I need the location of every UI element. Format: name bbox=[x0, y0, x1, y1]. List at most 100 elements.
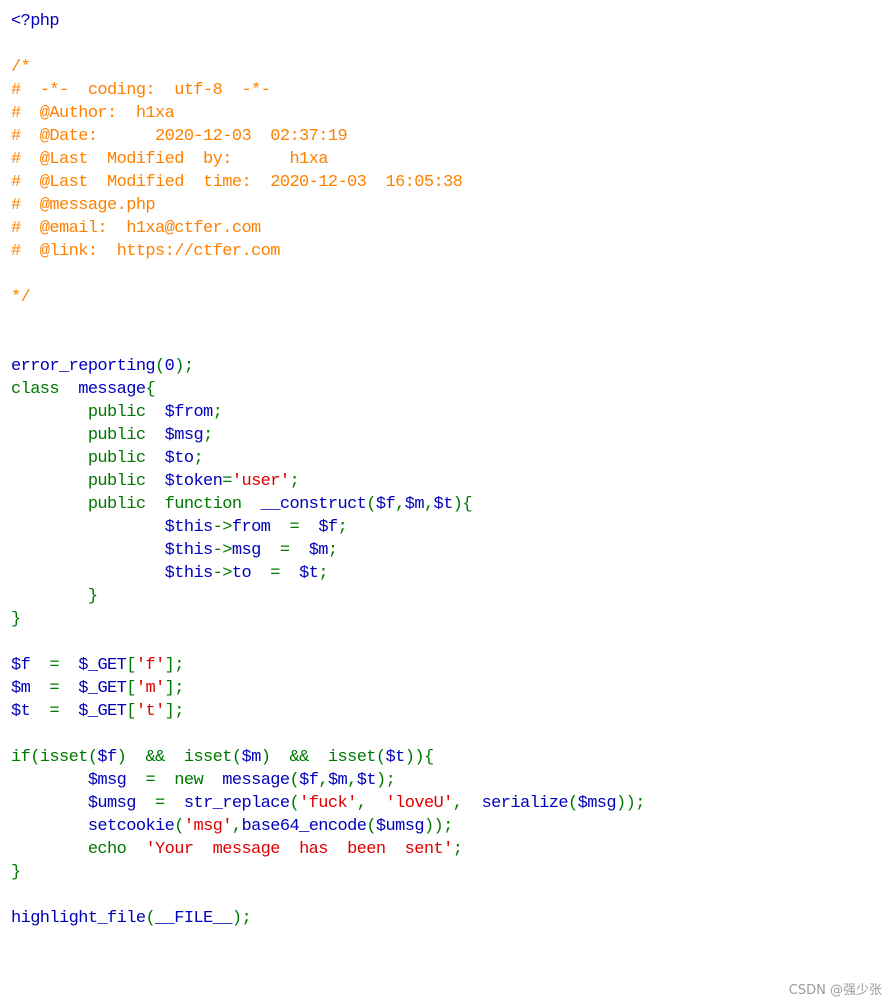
code-token-keyword: ; bbox=[193, 449, 204, 468]
code-token-keyword: ( bbox=[567, 794, 578, 813]
code-token-default: $_GET bbox=[78, 656, 127, 675]
code-token-keyword: , bbox=[395, 495, 405, 514]
code-token-default: msg bbox=[231, 541, 280, 560]
code-token-string: 'f' bbox=[135, 656, 165, 675]
code-line: # @Date: 2020-12-03 02:37:19 bbox=[11, 125, 645, 148]
code-line: # @Last Modified time: 2020-12-03 16:05:… bbox=[11, 171, 645, 194]
code-token-comment: # -*- coding: utf-8 -*- bbox=[11, 81, 271, 100]
code-token-comment: # @message.php bbox=[11, 196, 156, 215]
code-token-keyword: echo bbox=[11, 840, 146, 859]
php-source-code-view: <?php /* # -*- coding: utf-8 -*- # @Author:… bbox=[11, 10, 645, 930]
code-line: echo 'Your message has been sent'; bbox=[11, 838, 645, 861]
code-token-string: 'msg' bbox=[183, 817, 233, 836]
code-token-keyword: public function bbox=[11, 495, 261, 514]
code-line: public $msg; bbox=[11, 424, 645, 447]
code-token-default: $m bbox=[308, 541, 329, 560]
code-token-keyword: public bbox=[11, 472, 165, 491]
code-token-default: serialize bbox=[481, 794, 569, 813]
code-token-keyword: ) && isset( bbox=[116, 748, 242, 767]
code-token-keyword: = bbox=[289, 518, 319, 537]
code-token-keyword: ); bbox=[174, 357, 194, 376]
code-token-keyword bbox=[11, 518, 165, 537]
code-token-keyword: ){ bbox=[452, 495, 473, 514]
code-line: /* bbox=[11, 56, 645, 79]
code-token-default: $msg bbox=[164, 426, 204, 445]
code-token-keyword: ]; bbox=[164, 656, 185, 675]
code-token-keyword: -> bbox=[212, 564, 233, 583]
code-line: # @Author: h1xa bbox=[11, 102, 645, 125]
code-line: # @email: h1xa@ctfer.com bbox=[11, 217, 645, 240]
code-token-keyword: ( bbox=[174, 817, 184, 836]
code-token-default: $f bbox=[318, 518, 338, 537]
code-token-keyword: ; bbox=[203, 426, 213, 445]
code-line: $t = $_GET['t']; bbox=[11, 700, 645, 723]
code-token-keyword: ( bbox=[289, 794, 300, 813]
code-token-default: $t bbox=[11, 702, 50, 721]
code-token-default: $_GET bbox=[78, 679, 127, 698]
code-line: public $token='user'; bbox=[11, 470, 645, 493]
code-token-keyword: public bbox=[11, 449, 165, 468]
code-line: $f = $_GET['f']; bbox=[11, 654, 645, 677]
code-line: $msg = new message($f,$m,$t); bbox=[11, 769, 645, 792]
code-token-comment: # @Last Modified by: h1xa bbox=[11, 150, 328, 169]
code-token-default: $from bbox=[164, 403, 214, 422]
code-token-keyword: = bbox=[155, 794, 184, 813]
code-token-default: $msg bbox=[87, 771, 146, 790]
code-token-keyword: [ bbox=[126, 679, 136, 698]
code-token-keyword: } bbox=[11, 587, 98, 606]
code-token-default: $m bbox=[327, 771, 348, 790]
code-token-keyword: public bbox=[11, 403, 165, 422]
code-token-keyword: class bbox=[11, 380, 79, 399]
code-token-comment: */ bbox=[11, 288, 31, 307]
code-line: error_reporting(0); bbox=[11, 355, 645, 378]
code-line: public $from; bbox=[11, 401, 645, 424]
code-token-string: 'fuck' bbox=[299, 794, 357, 813]
code-token-keyword bbox=[11, 541, 165, 560]
code-line: <?php bbox=[11, 10, 645, 33]
code-line: } bbox=[11, 608, 645, 631]
code-line: class message{ bbox=[11, 378, 645, 401]
code-token-default: <?php bbox=[11, 12, 60, 31]
code-token-keyword: )); bbox=[616, 794, 645, 813]
code-token-default: str_replace bbox=[183, 794, 290, 813]
code-token-keyword: } bbox=[11, 863, 21, 882]
code-token-default: $_GET bbox=[78, 702, 127, 721]
code-token-keyword bbox=[11, 817, 88, 836]
code-token-comment: # @Date: 2020-12-03 02:37:19 bbox=[11, 127, 348, 146]
code-line: public $to; bbox=[11, 447, 645, 470]
code-line: if(isset($f) && isset($m) && isset($t)){ bbox=[11, 746, 645, 769]
code-token-keyword: ( bbox=[155, 357, 165, 376]
code-line: */ bbox=[11, 286, 645, 309]
code-line: highlight_file(__FILE__); bbox=[11, 907, 645, 930]
code-line: # @message.php bbox=[11, 194, 645, 217]
code-line: public function __construct($f,$m,$t){ bbox=[11, 493, 645, 516]
code-token-string: 'Your message has been sent' bbox=[145, 840, 453, 859]
code-token-default: setcookie bbox=[87, 817, 175, 836]
code-token-default: $umsg bbox=[87, 794, 156, 813]
code-token-default: $m bbox=[11, 679, 50, 698]
code-token-default: $m bbox=[404, 495, 425, 514]
code-token-keyword: ; bbox=[289, 472, 300, 491]
code-token-keyword: [ bbox=[126, 656, 136, 675]
code-token-keyword: = bbox=[49, 702, 79, 721]
code-token-default: $t bbox=[356, 771, 377, 790]
code-token-default: from bbox=[231, 518, 290, 537]
code-token-string: 'm' bbox=[135, 679, 165, 698]
code-token-keyword bbox=[11, 564, 165, 583]
code-token-keyword: ]; bbox=[164, 679, 185, 698]
code-token-keyword: ); bbox=[231, 909, 252, 928]
code-token-keyword: ( bbox=[289, 771, 300, 790]
code-token-default: to bbox=[231, 564, 271, 583]
code-token-keyword: = bbox=[49, 679, 79, 698]
code-token-keyword: , bbox=[347, 771, 357, 790]
code-token-default: $this bbox=[164, 564, 214, 583]
code-token-default: $f bbox=[11, 656, 50, 675]
code-token-keyword: , bbox=[318, 771, 328, 790]
code-token-default: $f bbox=[97, 748, 117, 767]
code-token-default: $this bbox=[164, 518, 214, 537]
